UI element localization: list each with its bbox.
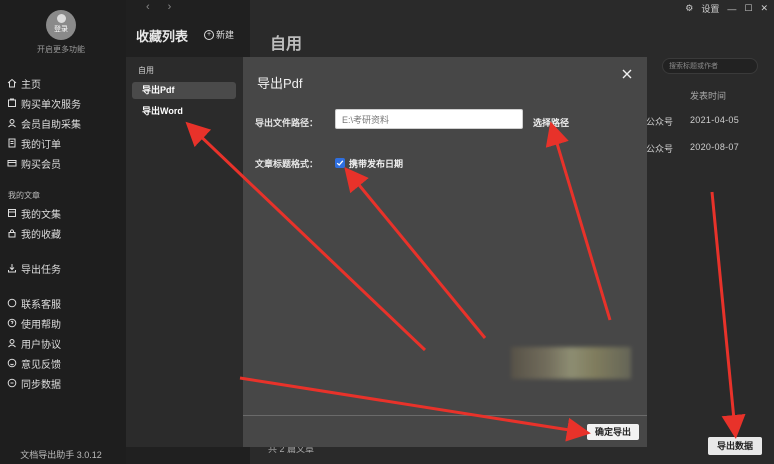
sidebar-item-label: 用户协议: [21, 339, 61, 351]
sidebar-item-home[interactable]: 主页: [7, 75, 41, 91]
export-data-button[interactable]: 导出数据: [708, 437, 762, 455]
sidebar-item-my-favorites[interactable]: 我的收藏: [7, 225, 61, 241]
row-source: 公众号: [646, 144, 674, 154]
sidebar-item-label: 导出任务: [21, 264, 61, 276]
plus-circle-icon: +: [204, 29, 214, 40]
sidebar-item-my-collections[interactable]: 我的文集: [7, 205, 61, 221]
row-date: 2020-08-07: [690, 142, 740, 152]
sidebar-item-member-collect[interactable]: 会员自助采集: [7, 115, 81, 131]
pixelated-area: [511, 347, 631, 379]
settings-icon[interactable]: ⚙: [685, 3, 693, 14]
sidebar-item-label: 同步数据: [21, 379, 61, 391]
home-icon: [7, 78, 17, 88]
sidebar-item-feedback[interactable]: 意见反馈: [7, 355, 61, 371]
vip-text[interactable]: 开启更多功能: [0, 44, 122, 55]
vip-icon: [7, 158, 17, 168]
export-dialog: 导出Pdf 导出文件路径： 选择路径 文章标题格式： 携带发布日期 确定导出: [243, 57, 647, 447]
chat-icon: [7, 298, 17, 308]
favorites-title: 收藏列表: [136, 29, 189, 44]
left-sidebar: 登录 开启更多功能 主页 购买单次服务 会员自助采集 我的订单 购买会员 我的文…: [0, 0, 126, 464]
login-label: 登录: [54, 26, 68, 33]
close-icon[interactable]: [621, 68, 633, 80]
format-option-word[interactable]: 导出Word: [132, 103, 236, 120]
sidebar-item-label: 意见反馈: [21, 359, 61, 371]
close-window-icon[interactable]: ✕: [760, 3, 768, 14]
dialog-divider: [243, 415, 647, 416]
cart-icon: [7, 98, 17, 108]
user-icon: [7, 338, 17, 348]
path-label: 导出文件路径：: [255, 118, 319, 128]
column-header-date: 发表时间: [690, 91, 727, 101]
sidebar-item-label: 我的订单: [21, 139, 61, 151]
sidebar-item-agreement[interactable]: 用户协议: [7, 335, 61, 351]
sidebar-item-label: 我的文集: [21, 209, 61, 221]
history-nav: ‹ ›: [146, 1, 171, 13]
sidebar-item-buy-service[interactable]: 购买单次服务: [7, 95, 81, 111]
app-version: 文档导出助手 3.0.12: [20, 450, 102, 460]
forward-arrow-icon[interactable]: ›: [168, 1, 172, 13]
row-source: 公众号: [646, 117, 674, 127]
back-arrow-icon[interactable]: ‹: [146, 1, 150, 13]
avatar[interactable]: 登录: [46, 10, 76, 40]
avatar-head-icon: [56, 14, 66, 23]
settings-label[interactable]: 设置: [701, 2, 719, 15]
sidebar-item-orders[interactable]: 我的订单: [7, 135, 61, 151]
order-icon: [7, 138, 17, 148]
sidebar-item-help[interactable]: 使用帮助: [7, 315, 61, 331]
include-date-label[interactable]: 携带发布日期: [349, 157, 403, 170]
sidebar-item-buy-vip[interactable]: 购买会员: [7, 155, 61, 171]
minimize-icon[interactable]: —: [727, 4, 736, 14]
search-input[interactable]: 搜索标题或作者: [662, 58, 758, 74]
choose-path-button[interactable]: 选择路径: [533, 116, 569, 129]
sidebar-item-label: 使用帮助: [21, 319, 61, 331]
lock-icon: [7, 228, 17, 238]
maximize-icon[interactable]: ☐: [744, 3, 752, 14]
sidebar-item-label: 购买单次服务: [21, 99, 81, 111]
sidebar-item-sync[interactable]: 同步数据: [7, 375, 61, 391]
sidebar-item-label: 我的收藏: [21, 229, 61, 241]
section-title-articles: 我的文章: [8, 191, 40, 200]
row-date: 2021-04-05: [690, 115, 740, 125]
page-title: 自用: [270, 36, 303, 53]
sidebar-item-export-tasks[interactable]: 导出任务: [7, 260, 61, 276]
sidebar-item-label: 会员自助采集: [21, 119, 81, 131]
checkmark-icon: [336, 160, 344, 166]
dialog-title: 导出Pdf: [257, 76, 303, 91]
sync-icon: [7, 378, 17, 388]
include-date-checkbox[interactable]: [335, 158, 345, 168]
export-path-input[interactable]: [335, 109, 523, 129]
new-label: 新建: [216, 30, 235, 40]
sidebar-item-contact[interactable]: 联系客服: [7, 295, 61, 311]
window-controls: ⚙ 设置 — ☐ ✕: [685, 2, 768, 15]
sidebar-item-label: 联系客服: [21, 299, 61, 311]
sidebar-item-label: 主页: [21, 79, 41, 91]
download-icon: [7, 263, 17, 273]
confirm-export-button[interactable]: 确定导出: [587, 424, 639, 440]
collection-icon: [7, 208, 17, 218]
user-icon: [7, 118, 17, 128]
new-favorite-button[interactable]: + 新建: [204, 28, 234, 41]
title-format-label: 文章标题格式：: [255, 159, 319, 169]
format-option-pdf[interactable]: 导出Pdf: [132, 82, 236, 99]
sidebar-item-label: 购买会员: [21, 159, 61, 171]
export-format-sidebar: 自用 导出Pdf 导出Word: [126, 57, 243, 447]
collection-category: 自用: [138, 66, 154, 75]
feedback-icon: [7, 358, 17, 368]
help-icon: [7, 318, 17, 328]
